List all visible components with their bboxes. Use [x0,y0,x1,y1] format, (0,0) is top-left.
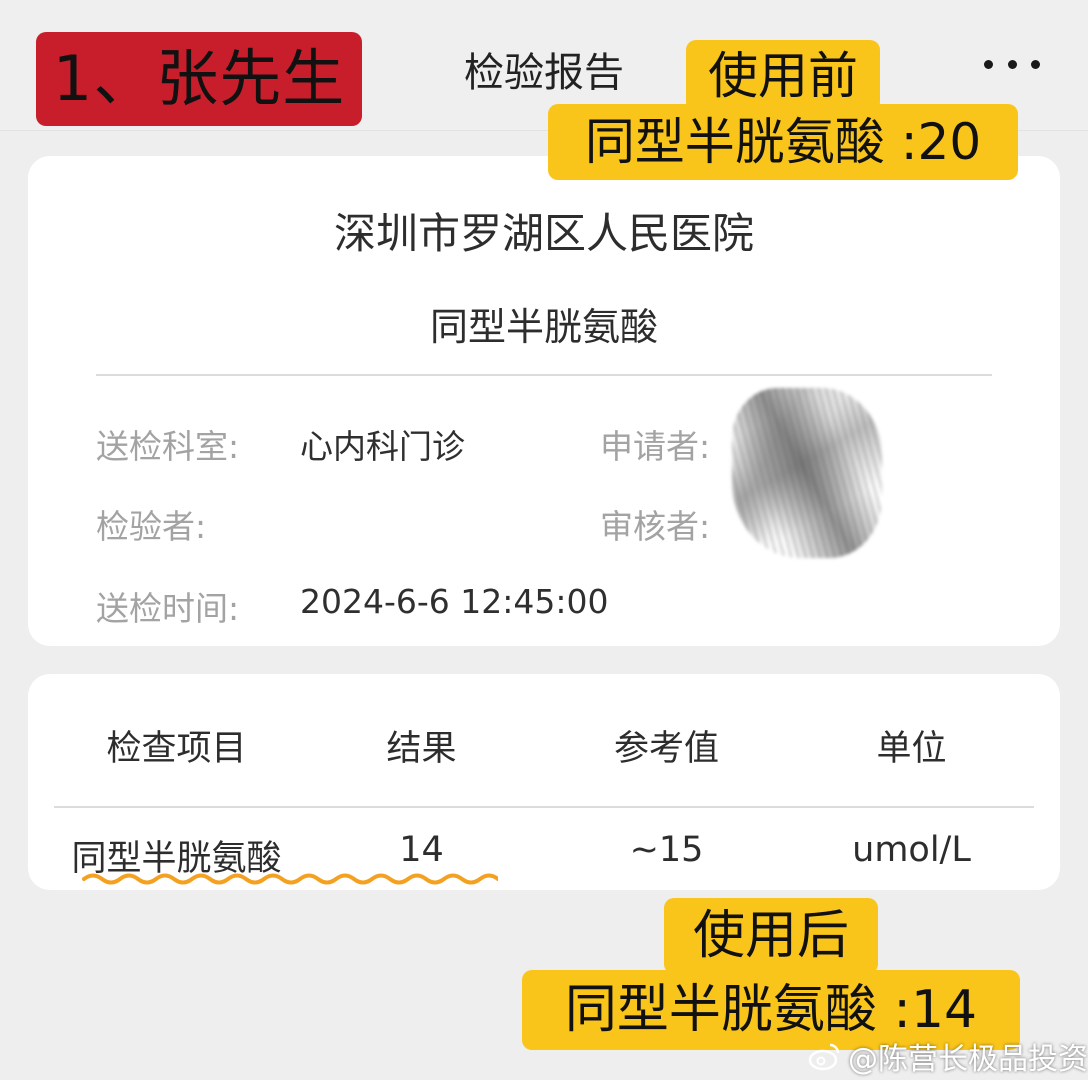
table-header-unit: 单位 [876,729,947,769]
table-header-result: 结果 [386,729,457,769]
table-cell-reference: ~15 [629,830,704,870]
reviewer-label: 审核者: [600,507,711,546]
department-label: 送检科室: [96,427,240,466]
applicant-label: 申请者: [600,427,711,466]
hospital-name: 深圳市罗湖区人民医院 [333,209,754,258]
weibo-icon [808,1043,840,1071]
time-value: 2024-6-6 12:45:00 [300,582,609,621]
wavy-underline [82,873,498,885]
table-header-item: 检查项目 [106,729,247,769]
divider [96,374,992,376]
redacted-signature [732,388,882,558]
before-value: 同型半胱氨酸 :20 [548,104,1018,180]
time-label: 送检时间: [96,589,240,628]
after-label: 使用后 [664,898,878,974]
table-cell-unit: umol/L [852,830,971,870]
table-header-reference: 参考值 [613,729,719,769]
examiner-label: 检验者: [96,507,207,546]
table-divider [54,806,1034,808]
watermark: @陈营长极品投资 [808,1034,1088,1078]
before-label: 使用前 [686,40,880,112]
department-value: 心内科门诊 [300,427,465,466]
watermark-text: @陈营长极品投资 [848,1042,1088,1077]
test-name: 同型半胱氨酸 [429,305,658,349]
patient-label: 1、张先生 [36,32,362,126]
more-horizontal-icon[interactable] [984,54,1040,74]
table-cell-result: 14 [399,830,444,870]
